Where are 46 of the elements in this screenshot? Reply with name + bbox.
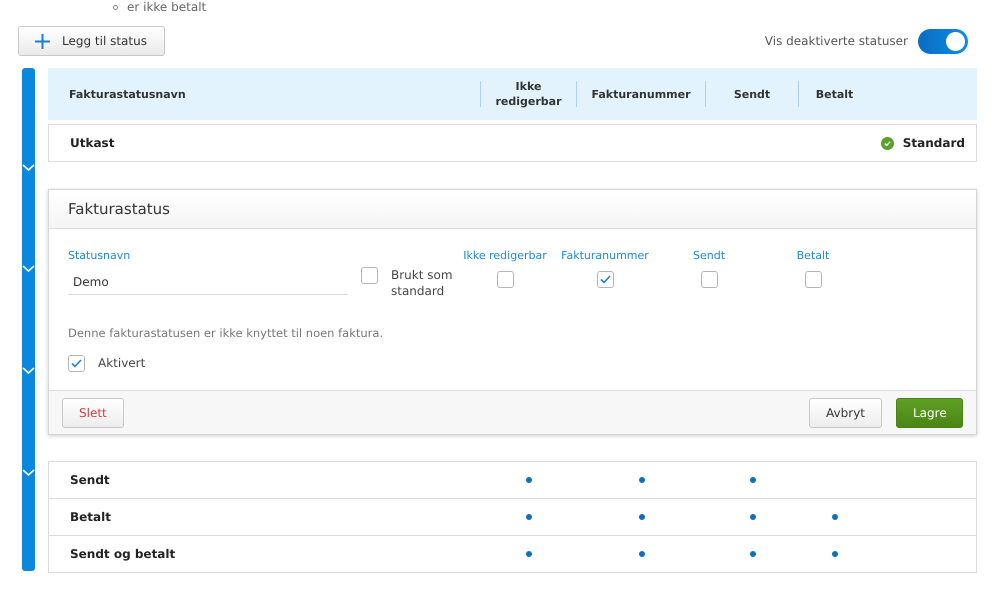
flag-label: Sendt <box>692 248 726 264</box>
column-header: Fakturanummer <box>591 86 691 102</box>
checkbox-label: Aktivert <box>98 355 146 372</box>
checkbox[interactable] <box>596 270 614 288</box>
bullet-icon <box>113 4 118 10</box>
add-status-button[interactable]: Legg til status <box>18 26 165 56</box>
status-name: Utkast <box>69 135 116 152</box>
checkbox[interactable] <box>496 270 514 288</box>
column-header: Fakturastatusnavn <box>69 86 186 102</box>
checkbox[interactable] <box>804 270 822 288</box>
checkbox[interactable] <box>700 270 718 288</box>
status-row[interactable]: Sendt og betalt <box>48 535 977 574</box>
toggle-switch[interactable] <box>918 28 968 54</box>
check-icon <box>71 358 82 368</box>
flag-label: Ikke redigerbar <box>463 248 547 264</box>
checkbox[interactable] <box>361 267 378 284</box>
toggle-label: Vis deaktiverte statuser <box>764 33 908 50</box>
status-row[interactable]: Sendt <box>48 461 977 500</box>
column-header: Sendt <box>734 86 770 102</box>
chevron-icon <box>22 265 35 273</box>
info-text: Denne fakturastatusen er ikke knyttet til noen faktura. <box>68 325 384 342</box>
list-item-text: er ikke betalt <box>127 0 206 14</box>
status-name-field[interactable]: Demo <box>68 270 348 294</box>
standard-label: Standard <box>902 135 965 152</box>
status-row[interactable]: Betalt <box>48 498 977 536</box>
form-button[interactable]: Lagre <box>896 398 963 428</box>
flag-label: Betalt <box>796 248 830 264</box>
plus-icon <box>35 34 50 48</box>
form-button[interactable]: Avbryt <box>809 398 882 428</box>
panel-title: Fakturastatus <box>68 198 170 220</box>
check-circle-icon <box>880 136 894 150</box>
chevron-icon <box>22 164 35 172</box>
chevron-icon <box>22 469 35 477</box>
status-name: Sendt <box>69 472 111 490</box>
column-header: Betalt <box>816 86 854 102</box>
check-icon <box>600 274 610 284</box>
column-header: Ikke redigerbar <box>494 79 562 109</box>
checkbox-label: Brukt som standard <box>391 267 454 299</box>
status-name: Betalt <box>69 509 112 526</box>
form-button[interactable]: Slett <box>62 398 124 428</box>
field-label: Statusnavn <box>68 248 132 264</box>
flag-label: Fakturanummer <box>561 248 649 264</box>
status-row[interactable]: Utkast Standard <box>48 124 977 162</box>
status-name: Sendt og betalt <box>69 546 176 564</box>
chevron-icon <box>22 367 35 375</box>
checkbox[interactable] <box>68 354 85 372</box>
